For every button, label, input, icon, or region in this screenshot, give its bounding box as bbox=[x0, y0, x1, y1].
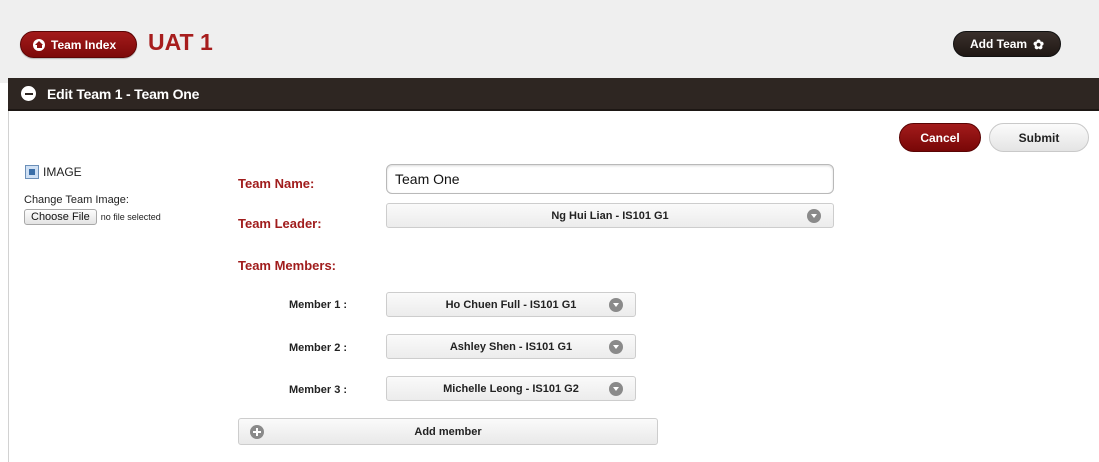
member-3-label: Member 3 : bbox=[289, 384, 348, 396]
team-image-placeholder: IMAGE bbox=[25, 165, 82, 179]
team-leader-select[interactable]: Ng Hui Lian - IS101 G1 bbox=[386, 203, 834, 228]
team-members-label: Team Members: bbox=[238, 258, 337, 273]
member-1-value: Ho Chuen Full - IS101 G1 bbox=[445, 298, 577, 311]
add-member-button[interactable]: Add member bbox=[238, 418, 658, 445]
member-1-label: Member 1 : bbox=[289, 299, 348, 311]
team-leader-value: Ng Hui Lian - IS101 G1 bbox=[551, 209, 669, 222]
section-header[interactable]: Edit Team 1 - Team One bbox=[8, 78, 1099, 111]
add-member-label: Add member bbox=[414, 425, 482, 438]
file-status: no file selected bbox=[100, 212, 161, 222]
change-image-label: Change Team Image: bbox=[24, 194, 129, 206]
add-team-label: Add Team bbox=[969, 37, 1028, 51]
team-name-input[interactable]: Team One bbox=[386, 164, 834, 194]
add-team-button[interactable]: Add Team ✿ bbox=[953, 31, 1061, 57]
page-title: UAT 1 bbox=[148, 29, 213, 55]
chevron-down-icon bbox=[609, 340, 623, 354]
member-2-label: Member 2 : bbox=[289, 342, 348, 354]
cancel-button[interactable]: Cancel bbox=[899, 123, 981, 152]
member-1-select[interactable]: Ho Chuen Full - IS101 G1 bbox=[386, 292, 636, 317]
minus-icon[interactable] bbox=[21, 86, 36, 101]
file-input: Choose File no file selected bbox=[24, 209, 161, 225]
image-icon bbox=[25, 165, 39, 179]
member-2-value: Ashley Shen - IS101 G1 bbox=[449, 340, 573, 353]
gear-icon: ✿ bbox=[1033, 36, 1045, 52]
chevron-down-icon bbox=[807, 209, 821, 223]
submit-button[interactable]: Submit bbox=[989, 123, 1089, 152]
section-title: Edit Team 1 - Team One bbox=[47, 85, 200, 102]
member-2-select[interactable]: Ashley Shen - IS101 G1 bbox=[386, 334, 636, 359]
choose-file-button[interactable]: Choose File bbox=[24, 209, 97, 225]
chevron-down-icon bbox=[609, 298, 623, 312]
home-icon bbox=[33, 38, 45, 51]
plus-icon bbox=[250, 425, 264, 439]
chevron-down-icon bbox=[609, 382, 623, 396]
team-name-label: Team Name: bbox=[238, 176, 315, 191]
member-3-select[interactable]: Michelle Leong - IS101 G2 bbox=[386, 376, 636, 401]
image-placeholder-text: IMAGE bbox=[43, 165, 82, 179]
team-leader-label: Team Leader: bbox=[238, 216, 322, 231]
team-index-label: Team Index bbox=[51, 37, 117, 52]
team-index-button[interactable]: Team Index bbox=[20, 31, 137, 58]
member-3-value: Michelle Leong - IS101 G2 bbox=[443, 382, 579, 395]
